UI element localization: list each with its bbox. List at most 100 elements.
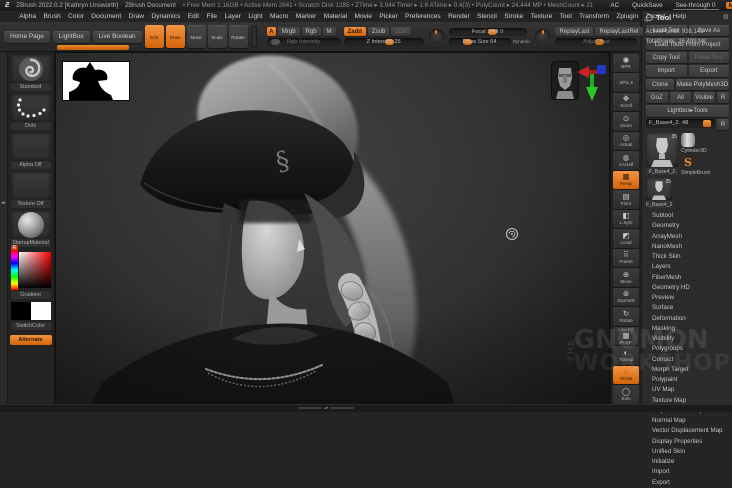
rgb-button[interactable]: Rgb [301, 27, 321, 36]
goz-all-button[interactable]: All [669, 91, 692, 104]
zsub-button[interactable]: Zsub [367, 27, 390, 36]
subpalette-header[interactable]: Surface [646, 303, 729, 313]
main-color-swatch[interactable] [10, 302, 31, 320]
secondary-color-swatch[interactable] [30, 302, 51, 320]
camera-head-preview[interactable] [552, 62, 578, 99]
menu-item[interactable]: Document [88, 13, 124, 20]
menu-item[interactable]: Picker [376, 13, 401, 20]
right-shelf-button[interactable]: Persp [613, 170, 639, 189]
mrgb-button[interactable]: Mrgb [277, 27, 300, 36]
subpalette-header[interactable]: NanoMesh [646, 242, 729, 252]
menu-item[interactable]: Color [65, 13, 87, 20]
make-polymesh3d-button[interactable]: Make PolyMesh3D [676, 78, 729, 90]
subpalette-header[interactable]: Geometry [646, 221, 729, 231]
live-boolean-button[interactable]: Live Boolean [92, 30, 142, 43]
replay-last-button[interactable]: ReplayLast [555, 27, 594, 36]
tray-divider-bar[interactable] [57, 45, 129, 50]
active-tool-thumbnail[interactable]: 35 [646, 133, 678, 167]
right-shelf-button[interactable]: AAHalf [613, 151, 639, 170]
canvas-navigation-preview[interactable] [63, 62, 129, 100]
clone-button[interactable]: Clone [646, 78, 674, 90]
orientation-gizmo[interactable] [577, 63, 607, 107]
menu-item[interactable]: Light [245, 13, 266, 20]
home-page-button[interactable]: Home Page [4, 30, 50, 43]
menu-item[interactable]: Transform [576, 13, 612, 20]
tool-select-slider[interactable]: F_Base4_2. 48 [646, 118, 715, 128]
m-button[interactable]: M [322, 27, 336, 36]
menu-item[interactable]: Alpha [16, 13, 39, 20]
zadd-button[interactable]: Zadd [343, 27, 366, 36]
sculpt-viewport[interactable]: § [55, 52, 610, 405]
subpalette-header[interactable]: ArrayMesh [646, 232, 729, 242]
tool-slider-r-button[interactable]: R [717, 118, 729, 130]
menu-item[interactable]: Stroke [501, 13, 526, 20]
current-alpha-thumbnail[interactable] [10, 133, 51, 161]
replay-last-rel-button[interactable]: ReplayLastRel [595, 27, 643, 36]
lightbox-tools-button[interactable]: Lightbox▸Tools [646, 105, 729, 117]
cylinder3d-tool[interactable] [681, 133, 729, 147]
menus-button[interactable]: Menus [725, 2, 732, 9]
subpalette-header[interactable]: Masking [646, 324, 729, 334]
ac-button[interactable]: AC [607, 2, 622, 9]
rgb-intensity-slider[interactable]: Rgb Intensity [266, 38, 341, 46]
menu-item[interactable]: Marker [293, 13, 320, 20]
tray-collapse-handle[interactable]: ◂▸ [1, 200, 6, 206]
subpalette-header[interactable]: Polygroups [646, 344, 729, 354]
quicksave-button[interactable]: QuickSave [629, 2, 665, 9]
menu-item[interactable]: Dynamics [148, 13, 183, 20]
right-shelf-button[interactable]: Zoom [613, 112, 639, 131]
goz-visible-button[interactable]: Visible [693, 91, 716, 104]
simplebrush-tool[interactable]: S [681, 155, 729, 169]
copy-tool-button[interactable]: Copy Tool [646, 51, 687, 64]
subpalette-header[interactable]: Thick Skin [646, 252, 729, 262]
dynamic-toggle[interactable]: Dynamic [513, 39, 531, 44]
subpalette-header[interactable]: Contact [646, 355, 729, 365]
right-shelf-button[interactable]: Scroll [613, 92, 639, 111]
menu-item[interactable]: Preferences [402, 13, 444, 20]
right-shelf-button[interactable]: Zoom3D [613, 287, 639, 306]
right-shelf-button[interactable]: Line Fill PolyF [613, 326, 639, 345]
left-tray-edge[interactable]: ◂▸ [0, 52, 8, 405]
gear-icon[interactable]: ⚙ [723, 13, 729, 21]
subpalette-header[interactable]: Layers [646, 262, 729, 272]
current-stroke-thumbnail[interactable] [10, 94, 51, 122]
right-shelf-button[interactable]: Rotate [613, 307, 639, 326]
right-shelf-button[interactable]: Frame [613, 248, 639, 267]
right-shelf-button[interactable]: Actual [613, 131, 639, 150]
mode-button[interactable]: Scale [207, 25, 227, 48]
menu-item[interactable]: Tool [557, 13, 575, 20]
subpalette-header[interactable]: Subtool [646, 211, 729, 221]
menu-item[interactable]: Zplugin [613, 13, 641, 20]
subpalette-header[interactable]: Initialize [646, 457, 729, 467]
second-tool-thumbnail[interactable]: 35 [646, 178, 672, 200]
right-shelf-button[interactable]: Floor [613, 190, 639, 209]
subpalette-header[interactable]: Polypaint [646, 375, 729, 385]
mode-button[interactable]: Move [186, 25, 206, 48]
see-through-slider[interactable]: See-through 0 [672, 2, 719, 10]
stroke-dial-widget[interactable] [428, 29, 444, 44]
mode-button[interactable]: Draw [165, 25, 185, 48]
subpalette-header[interactable]: Preview [646, 293, 729, 303]
import-button[interactable]: Import [646, 65, 687, 77]
right-shelf-button[interactable]: Local [613, 229, 639, 248]
focal-shift-slider[interactable]: Focal Shift 0 [448, 27, 527, 36]
subpalette-header[interactable]: Display Properties [646, 437, 729, 447]
hue-strip[interactable] [10, 250, 18, 290]
subpalette-header[interactable]: Morph Target [646, 365, 729, 375]
saturation-value-square[interactable] [18, 252, 51, 288]
right-shelf-button[interactable]: Transp [613, 346, 639, 365]
goz-button[interactable]: GoZ [646, 91, 668, 104]
alternate-button[interactable]: Alternate [9, 335, 52, 345]
subpalette-header[interactable]: Deformation [646, 314, 729, 324]
subpalette-header[interactable]: Normal Map [646, 416, 729, 426]
subpalette-header[interactable]: Geometry HD [646, 283, 729, 293]
right-shelf-button[interactable]: Solo [613, 385, 639, 404]
adjust-last-slider[interactable]: AdjustLast [555, 38, 638, 46]
menu-item[interactable]: Edit [185, 13, 203, 20]
menu-item[interactable]: Zscript [642, 13, 668, 20]
export-button[interactable]: Export [688, 65, 729, 77]
menu-item[interactable]: File [203, 13, 220, 20]
menu-item[interactable]: Movie [351, 13, 375, 20]
subpalette-header[interactable]: Export [646, 478, 729, 488]
zcut-button[interactable]: Zcut [391, 27, 411, 36]
